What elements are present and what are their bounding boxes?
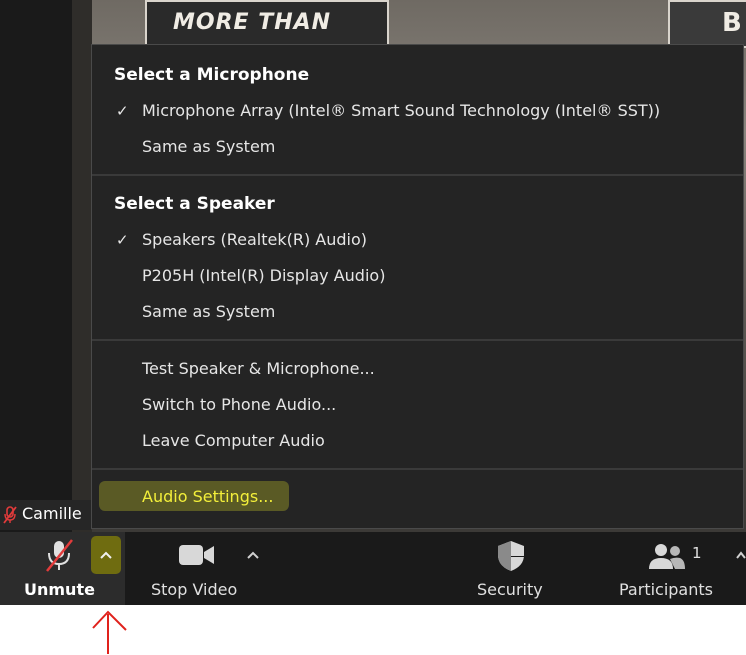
check-icon: ✓ xyxy=(116,231,129,249)
video-left-panel xyxy=(0,0,72,532)
menu-item-audio-settings[interactable]: Audio Settings... xyxy=(142,487,273,506)
menu-divider xyxy=(92,339,743,341)
background-sign-right: B xyxy=(668,0,746,48)
shield-icon xyxy=(498,541,524,571)
participants-button[interactable]: 1 Participants xyxy=(614,532,734,605)
participants-count: 1 xyxy=(692,544,702,562)
menu-item-speaker-same-as-system[interactable]: Same as System xyxy=(142,302,275,321)
stop-video-label: Stop Video xyxy=(151,580,238,599)
background-sign-text: MORE THAN xyxy=(173,10,332,35)
chevron-up-icon xyxy=(100,551,112,559)
stop-video-button[interactable]: Stop Video xyxy=(140,532,250,605)
security-label: Security xyxy=(477,580,543,599)
video-beam xyxy=(72,0,92,532)
unmute-label: Unmute xyxy=(24,580,95,599)
video-options-caret-button[interactable] xyxy=(240,532,266,605)
participant-name: Camille xyxy=(22,504,82,523)
participants-options-caret-button[interactable] xyxy=(736,532,746,605)
mic-muted-icon xyxy=(3,506,17,524)
annotation-arrow-icon xyxy=(92,610,127,654)
menu-item-p205h[interactable]: P205H (Intel(R) Display Audio) xyxy=(142,266,385,285)
menu-item-speakers-realtek[interactable]: Speakers (Realtek(R) Audio) xyxy=(142,230,367,249)
meeting-toolbar: Unmute Stop Video Security 1 Participant… xyxy=(0,532,746,605)
speaker-section-title: Select a Speaker xyxy=(114,194,275,214)
audio-menu: Select a Microphone ✓ Microphone Array (… xyxy=(91,44,744,529)
microphone-section-title: Select a Microphone xyxy=(114,65,310,85)
audio-options-caret-button[interactable] xyxy=(91,536,121,574)
check-icon: ✓ xyxy=(116,102,129,120)
participants-icon xyxy=(649,544,685,569)
participant-name-tag: Camille xyxy=(0,500,91,530)
video-camera-icon xyxy=(179,545,214,565)
menu-divider xyxy=(92,174,743,176)
background-sign: MORE THAN xyxy=(145,0,389,48)
menu-item-mic-same-as-system[interactable]: Same as System xyxy=(142,137,275,156)
menu-item-test-speaker-mic[interactable]: Test Speaker & Microphone... xyxy=(142,359,375,378)
participants-label: Participants xyxy=(619,580,713,599)
menu-item-leave-computer-audio[interactable]: Leave Computer Audio xyxy=(142,431,325,450)
security-button[interactable]: Security xyxy=(470,532,554,605)
menu-item-switch-phone-audio[interactable]: Switch to Phone Audio... xyxy=(142,395,336,414)
menu-divider xyxy=(92,468,743,470)
background-sign-right-text: B xyxy=(722,8,742,38)
chevron-up-icon xyxy=(247,551,259,559)
mic-muted-icon xyxy=(46,539,73,572)
chevron-up-icon xyxy=(736,551,746,559)
menu-item-microphone-array[interactable]: Microphone Array (Intel® Smart Sound Tec… xyxy=(142,101,660,120)
